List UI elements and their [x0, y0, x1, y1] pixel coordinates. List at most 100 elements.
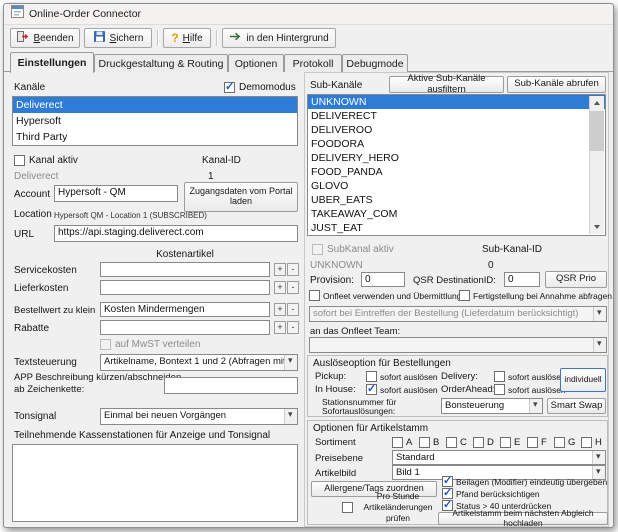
- tonsignal-value: Einmal bei neuen Vorgängen: [104, 410, 226, 421]
- sortiment-g-checkbox[interactable]: [554, 437, 565, 448]
- rabatte-minus-button[interactable]: -: [287, 321, 299, 334]
- servicekosten-input[interactable]: [100, 262, 270, 277]
- location-label: Location: [14, 209, 52, 220]
- orderahead-label: OrderAhead:: [441, 384, 495, 395]
- sortiment-b-checkbox[interactable]: [419, 437, 430, 448]
- sortiment-c-checkbox[interactable]: [446, 437, 457, 448]
- qsr-destination-label: QSR DestinationID:: [413, 275, 496, 286]
- servicekosten-plus-button[interactable]: +: [274, 263, 286, 276]
- account-input[interactable]: Hypersoft - QM: [54, 185, 178, 202]
- pickup-sofort-checkbox[interactable]: [366, 371, 377, 382]
- subkanaele-abrufen-button[interactable]: Sub-Kanäle abrufen: [507, 76, 606, 93]
- demomodus-checkbox[interactable]: [224, 82, 235, 93]
- sortiment-d-checkbox[interactable]: [473, 437, 484, 448]
- arrow-right-icon: [229, 31, 242, 45]
- pickup-sofort-label: sofort auslösen: [380, 372, 438, 382]
- rabatte-input[interactable]: [100, 320, 270, 335]
- demomodus-label: Demomodus: [239, 82, 296, 93]
- list-item-unknown[interactable]: UNKNOWN: [308, 95, 605, 109]
- hilfe-button[interactable]: ? Hilfe: [163, 28, 211, 48]
- tonsignal-select[interactable]: Einmal bei neuen Vorgängen: [100, 408, 298, 425]
- subkanaele-listbox[interactable]: UNKNOWN DELIVERECT DELIVEROO FOODORA DEL…: [307, 94, 606, 236]
- sub-kanaele-label: Sub-Kanäle: [310, 80, 362, 91]
- zugangsdaten-portal-button[interactable]: Zugangsdaten vom Portal laden: [184, 182, 298, 212]
- individuell-button[interactable]: individuell: [560, 368, 606, 392]
- bestellwert-input[interactable]: Kosten Mindermengen: [100, 302, 270, 317]
- chevron-down-icon: [592, 451, 605, 464]
- lieferkosten-plus-button[interactable]: +: [274, 281, 286, 294]
- artikelstamm-upload-button[interactable]: Artikelstamm beim nächsten Abgleich hoch…: [438, 512, 608, 525]
- aktive-subkanaele-ausfiltern-button[interactable]: Aktive Sub-Kanäle ausfiltern: [389, 76, 504, 93]
- fertigstellung-checkbox[interactable]: [459, 290, 470, 301]
- app-zeichenkette-input[interactable]: [164, 377, 298, 394]
- tab-optionen[interactable]: Optionen: [228, 54, 284, 72]
- list-item-hypersoft[interactable]: Hypersoft: [13, 113, 297, 129]
- scroll-up-button[interactable]: [590, 96, 604, 110]
- list-item-takeaway-com[interactable]: TAKEAWAY_COM: [308, 207, 605, 221]
- servicekosten-minus-button[interactable]: -: [287, 263, 299, 276]
- rabatte-plus-button[interactable]: +: [274, 321, 286, 334]
- preisebene-select[interactable]: Standard: [392, 450, 606, 465]
- sortiment-f-checkbox[interactable]: [527, 437, 538, 448]
- list-item-uber-eats[interactable]: UBER_EATS: [308, 193, 605, 207]
- mwst-verteilen-checkbox[interactable]: [100, 339, 111, 350]
- scroll-down-button[interactable]: [590, 220, 604, 234]
- tab-einstellungen[interactable]: Einstellungen: [10, 52, 94, 73]
- kanal-aktiv-checkbox[interactable]: [14, 155, 25, 166]
- list-item-delivery-hero[interactable]: DELIVERY_HERO: [308, 151, 605, 165]
- onfleet-team-select[interactable]: [309, 337, 607, 353]
- sortiment-e-checkbox[interactable]: [500, 437, 511, 448]
- subkanal-aktiv-label: SubKanal aktiv: [327, 244, 394, 255]
- chevron-down-icon: [284, 355, 297, 370]
- provision-input[interactable]: 0: [361, 272, 405, 287]
- kanal-name-value: Deliverect: [14, 171, 58, 182]
- artikelbild-label: Artikelbild: [315, 468, 356, 479]
- list-item-foodora[interactable]: FOODORA: [308, 137, 605, 151]
- qsr-destination-input[interactable]: 0: [504, 272, 540, 287]
- pro-stunde-checkbox[interactable]: [342, 502, 353, 513]
- delivery-label: Delivery:: [441, 371, 478, 382]
- kanaele-listbox[interactable]: Deliverect Hypersoft Third Party: [12, 96, 298, 146]
- orderahead-sofort-checkbox[interactable]: [494, 384, 505, 395]
- onfleet-timing-select[interactable]: sofort bei Eintreffen der Bestellung (Li…: [309, 306, 607, 322]
- list-item-glovo[interactable]: GLOVO: [308, 179, 605, 193]
- list-item-just-eat[interactable]: JUST_EAT: [308, 221, 605, 235]
- onfleet-team-label: an das Onfleet Team:: [310, 326, 400, 337]
- scrollbar[interactable]: [589, 96, 604, 234]
- url-input[interactable]: https://api.staging.deliverect.com: [54, 225, 298, 242]
- scrollbar-thumb[interactable]: [590, 111, 604, 151]
- sortiment-a-checkbox[interactable]: [392, 437, 403, 448]
- tab-debugmode[interactable]: Debugmode: [342, 54, 408, 72]
- bestellwert-plus-button[interactable]: +: [274, 303, 286, 316]
- list-item-third-party[interactable]: Third Party: [13, 129, 297, 145]
- onfleet-verwenden-checkbox[interactable]: [309, 290, 320, 301]
- kanal-id-value: 1: [208, 171, 214, 182]
- list-item-deliveroo[interactable]: DELIVEROO: [308, 123, 605, 137]
- sortiment-h-label: H: [595, 437, 602, 448]
- subkanal-aktiv-checkbox[interactable]: [312, 244, 323, 255]
- pro-stunde-label: Pro Stunde Artikeländerungen prüfen: [356, 491, 440, 524]
- textsteuerung-label: Textsteuerung: [14, 357, 77, 368]
- titlebar[interactable]: Online-Order Connector: [4, 4, 613, 25]
- list-item-deliverect[interactable]: Deliverect: [13, 97, 297, 113]
- lieferkosten-input[interactable]: [100, 280, 270, 295]
- tab-druckgestaltung-routing[interactable]: Druckgestaltung & Routing: [94, 54, 228, 72]
- list-item-food-panda[interactable]: FOOD_PANDA: [308, 165, 605, 179]
- textsteuerung-select[interactable]: Artikelname, Bontext 1 und 2 (Abfragen m…: [100, 354, 298, 371]
- qsr-prio-button[interactable]: QSR Prio: [545, 271, 607, 288]
- inhouse-sofort-checkbox[interactable]: [366, 384, 377, 395]
- sichern-button[interactable]: Sichern: [84, 28, 152, 48]
- chevron-down-icon: [593, 338, 606, 352]
- tab-strip: Einstellungen Druckgestaltung & Routing …: [4, 52, 613, 72]
- stationsnummer-select[interactable]: Bonsteuerung: [441, 398, 543, 414]
- kassenstationen-listbox[interactable]: [12, 444, 298, 522]
- smart-swap-button[interactable]: Smart Swap: [547, 398, 606, 414]
- bestellwert-minus-button[interactable]: -: [287, 303, 299, 316]
- sortiment-h-checkbox[interactable]: [581, 437, 592, 448]
- lieferkosten-minus-button[interactable]: -: [287, 281, 299, 294]
- list-item-deliverect-sub[interactable]: DELIVERECT: [308, 109, 605, 123]
- hintergrund-button[interactable]: in den Hintergrund: [222, 28, 336, 48]
- delivery-sofort-checkbox[interactable]: [494, 371, 505, 382]
- tab-protokoll[interactable]: Protokoll: [284, 54, 342, 72]
- beenden-button[interactable]: Beenden: [10, 28, 80, 48]
